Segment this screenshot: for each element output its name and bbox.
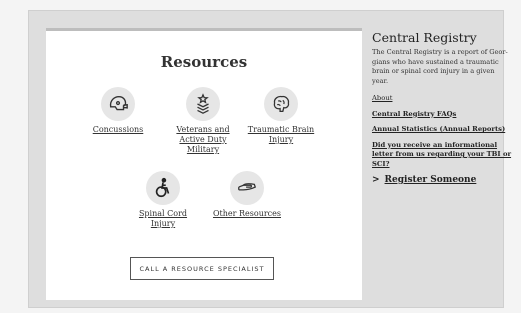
resource-concussions[interactable]: Concussions xyxy=(83,87,153,135)
resources-card: Resources Concussions Veterans and Activ… xyxy=(46,28,362,300)
central-registry-panel: Central Registry The Central Registry is… xyxy=(372,30,512,185)
chevron-right-icon: > xyxy=(372,175,380,185)
registry-description: The Central Registry is a report of Geor… xyxy=(372,48,508,85)
resource-label[interactable]: Concussions xyxy=(83,125,153,135)
resource-label[interactable]: Spinal Cord Injury xyxy=(128,209,198,229)
register-someone-label[interactable]: Register Someone xyxy=(385,175,477,185)
resource-label[interactable]: Other Resources xyxy=(212,209,282,219)
football-helmet-icon xyxy=(101,87,135,121)
resource-sci[interactable]: Spinal Cord Injury xyxy=(128,171,198,229)
register-someone-link[interactable]: > Register Someone xyxy=(372,175,512,185)
wheelchair-icon xyxy=(146,171,180,205)
helping-hand-icon xyxy=(230,171,264,205)
resource-other[interactable]: Other Resources xyxy=(212,171,282,219)
registry-title: Central Registry xyxy=(372,30,477,45)
brain-icon xyxy=(264,87,298,121)
informational-letter-link[interactable]: Did you receive an informational letter … xyxy=(372,141,512,170)
resource-label[interactable]: Veterans and Active Duty Military xyxy=(168,125,238,155)
annual-statistics-link[interactable]: Annual Statistics (Annual Reports) xyxy=(372,125,512,135)
military-rank-icon xyxy=(186,87,220,121)
about-link[interactable]: About xyxy=(372,94,512,104)
resource-label[interactable]: Traumatic Brain Injury xyxy=(246,125,316,145)
resource-veterans[interactable]: Veterans and Active Duty Military xyxy=(168,87,238,155)
call-resource-specialist-button[interactable]: CALL A RESOURCE SPECIALIST xyxy=(130,257,274,280)
registry-faqs-link[interactable]: Central Registry FAQs xyxy=(372,110,512,120)
resources-title: Resources xyxy=(160,53,248,71)
resource-tbi[interactable]: Traumatic Brain Injury xyxy=(246,87,316,145)
